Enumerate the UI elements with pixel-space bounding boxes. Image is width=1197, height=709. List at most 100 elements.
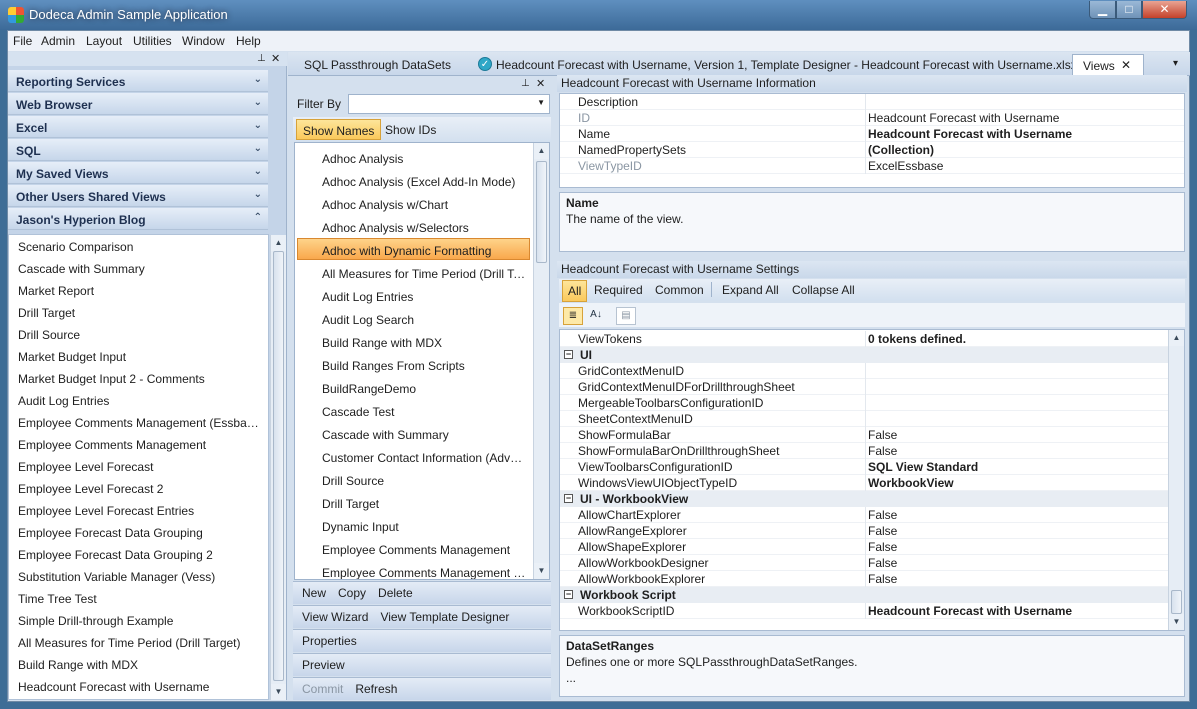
list-item[interactable]: Employee Comments Management (Es... — [322, 566, 528, 579]
list-item[interactable]: Audit Log Entries — [18, 394, 264, 408]
list-item[interactable]: Drill Target — [322, 497, 528, 511]
list-item[interactable]: Substitution Variable Manager (Vess) — [18, 570, 264, 584]
properties-section[interactable]: Properties — [293, 629, 551, 652]
view-template-designer-button[interactable]: View Template Designer — [380, 610, 509, 624]
list-item[interactable]: Build Range with MDX — [322, 336, 528, 350]
commit-button[interactable]: Commit — [302, 682, 343, 696]
minimize-button[interactable]: ▁ — [1089, 1, 1116, 19]
list-item[interactable]: Employee Forecast Data Grouping — [18, 526, 264, 540]
list-item[interactable]: Drill Source — [18, 328, 264, 342]
refresh-button[interactable]: Refresh — [355, 682, 397, 696]
property-row[interactable]: AllowChartExplorer False — [560, 507, 1184, 523]
collapse-all-button[interactable]: Collapse All — [792, 283, 855, 297]
property-row[interactable]: ViewTypeID ExcelEssbase — [560, 158, 1184, 174]
tab-template-designer[interactable]: Headcount Forecast with Username, Versio… — [496, 58, 1077, 72]
category-row[interactable]: − UI - WorkbookView — [560, 491, 1168, 507]
list-item[interactable]: Employee Forecast Data Grouping 2 — [18, 548, 264, 562]
preview-section[interactable]: Preview — [293, 653, 551, 676]
nav-header-reporting-services[interactable]: Reporting Services ⌄ — [8, 70, 268, 92]
menu-admin[interactable]: Admin — [41, 34, 75, 48]
property-row[interactable]: ShowFormulaBarOnDrillthroughSheet False — [560, 443, 1184, 459]
property-row[interactable]: GridContextMenuID — [560, 363, 1184, 379]
close-icon[interactable]: ✕ — [536, 77, 545, 90]
menu-help[interactable]: Help — [236, 34, 261, 48]
list-item[interactable]: Simple Drill-through Example — [18, 614, 264, 628]
list-item[interactable]: Market Budget Input 2 - Comments — [18, 372, 264, 386]
tab-sql-passthrough-datasets[interactable]: SQL Passthrough DataSets — [304, 58, 451, 72]
nav-header-other-users-shared-views[interactable]: Other Users Shared Views ⌄ — [8, 185, 268, 207]
property-pages-icon[interactable]: ▤ — [616, 307, 636, 325]
tab-overflow-icon[interactable]: ▾ — [1173, 58, 1178, 69]
list-item[interactable]: Cascade with Summary — [322, 428, 528, 442]
list-item[interactable]: Time Tree Test — [18, 592, 264, 606]
nav-header-jasons-hyperion-blog[interactable]: Jason's Hyperion Blog ⌃ — [8, 208, 268, 230]
scroll-thumb[interactable] — [273, 251, 284, 681]
pin-icon[interactable]: ⊥ — [521, 78, 530, 89]
list-item[interactable]: Build Range with MDX — [18, 658, 264, 672]
list-item[interactable]: BuildRangeDemo — [322, 382, 528, 396]
property-row[interactable]: NamedPropertySets (Collection) — [560, 142, 1184, 158]
categorized-icon[interactable]: ≣ — [563, 307, 583, 325]
filter-common-button[interactable]: Common — [655, 283, 704, 297]
property-row[interactable]: GridContextMenuIDForDrillthroughSheet — [560, 379, 1184, 395]
list-item[interactable]: Build Ranges From Scripts — [322, 359, 528, 373]
list-item[interactable]: Employee Comments Management — [18, 438, 264, 452]
left-list-scrollbar[interactable]: ▲ ▼ — [270, 235, 286, 700]
menu-layout[interactable]: Layout — [86, 34, 122, 48]
filter-combobox[interactable]: ▼ — [348, 94, 550, 114]
nav-header-my-saved-views[interactable]: My Saved Views ⌄ — [8, 162, 268, 184]
list-item[interactable]: Market Report — [18, 284, 264, 298]
list-item[interactable]: Audit Log Entries — [322, 290, 528, 304]
menu-file[interactable]: File — [13, 34, 32, 48]
scroll-up-icon[interactable]: ▲ — [1169, 330, 1184, 346]
close-button[interactable]: ✕ — [1142, 1, 1187, 19]
list-item[interactable]: Adhoc Analysis (Excel Add-In Mode) — [322, 175, 528, 189]
show-names-button[interactable]: Show Names — [296, 119, 382, 140]
list-item[interactable]: All Measures for Time Period (Drill Targ… — [18, 636, 264, 650]
property-row[interactable]: MergeableToolbarsConfigurationID — [560, 395, 1184, 411]
list-item[interactable]: Market Budget Input — [18, 350, 264, 364]
property-row[interactable]: ViewToolbarsConfigurationID SQL View Stan… — [560, 459, 1184, 475]
nav-header-web-browser[interactable]: Web Browser ⌄ — [8, 93, 268, 115]
menu-utilities[interactable]: Utilities — [133, 34, 172, 48]
list-item[interactable]: Employee Level Forecast — [18, 460, 264, 474]
nav-header-excel[interactable]: Excel ⌄ — [8, 116, 268, 138]
menu-window[interactable]: Window — [182, 34, 225, 48]
list-item[interactable]: Audit Log Search — [322, 313, 528, 327]
scroll-down-icon[interactable]: ▼ — [534, 563, 549, 579]
settings-scrollbar[interactable]: ▲ ▼ — [1168, 330, 1184, 630]
property-row[interactable]: ID Headcount Forecast with Username — [560, 110, 1184, 126]
copy-button[interactable]: Copy — [338, 586, 366, 600]
list-item[interactable]: Employee Level Forecast 2 — [18, 482, 264, 496]
property-row[interactable]: WorkbookScriptID Headcount Forecast with … — [560, 603, 1184, 619]
new-button[interactable]: New — [302, 586, 326, 600]
property-row[interactable]: ShowFormulaBar False — [560, 427, 1184, 443]
view-wizard-button[interactable]: View Wizard — [302, 610, 368, 624]
property-row[interactable]: SheetContextMenuID — [560, 411, 1184, 427]
list-item[interactable]: Drill Target — [18, 306, 264, 320]
expand-all-button[interactable]: Expand All — [722, 283, 779, 297]
list-item[interactable]: Employee Comments Management (Essbase V.… — [18, 416, 264, 430]
category-row[interactable]: − Workbook Script — [560, 587, 1168, 603]
tab-views[interactable]: Views ✕ — [1072, 54, 1144, 76]
scroll-down-icon[interactable]: ▼ — [271, 684, 286, 700]
collapse-icon[interactable]: − — [564, 494, 573, 503]
property-row[interactable]: WindowsViewUIObjectTypeID WorkbookView — [560, 475, 1184, 491]
property-row[interactable]: AllowRangeExplorer False — [560, 523, 1184, 539]
property-row[interactable]: AllowWorkbookExplorer False — [560, 571, 1184, 587]
delete-button[interactable]: Delete — [378, 586, 413, 600]
property-row[interactable]: Description — [560, 94, 1184, 110]
pin-icon[interactable]: ⊥ — [257, 53, 266, 64]
filter-required-button[interactable]: Required — [594, 283, 643, 297]
property-row[interactable]: Name Headcount Forecast with Username — [560, 126, 1184, 142]
filter-all-button[interactable]: All — [562, 280, 588, 302]
property-row[interactable]: AllowShapeExplorer False — [560, 539, 1184, 555]
scroll-up-icon[interactable]: ▲ — [534, 143, 549, 159]
close-tab-icon[interactable]: ✕ — [1121, 58, 1131, 72]
property-row[interactable]: AllowWorkbookDesigner False — [560, 555, 1184, 571]
collapse-icon[interactable]: − — [564, 350, 573, 359]
category-row[interactable]: − UI — [560, 347, 1168, 363]
list-item[interactable]: Cascade Test — [322, 405, 528, 419]
list-item[interactable]: Employee Level Forecast Entries — [18, 504, 264, 518]
list-item[interactable]: Employee Comments Management — [322, 543, 528, 557]
